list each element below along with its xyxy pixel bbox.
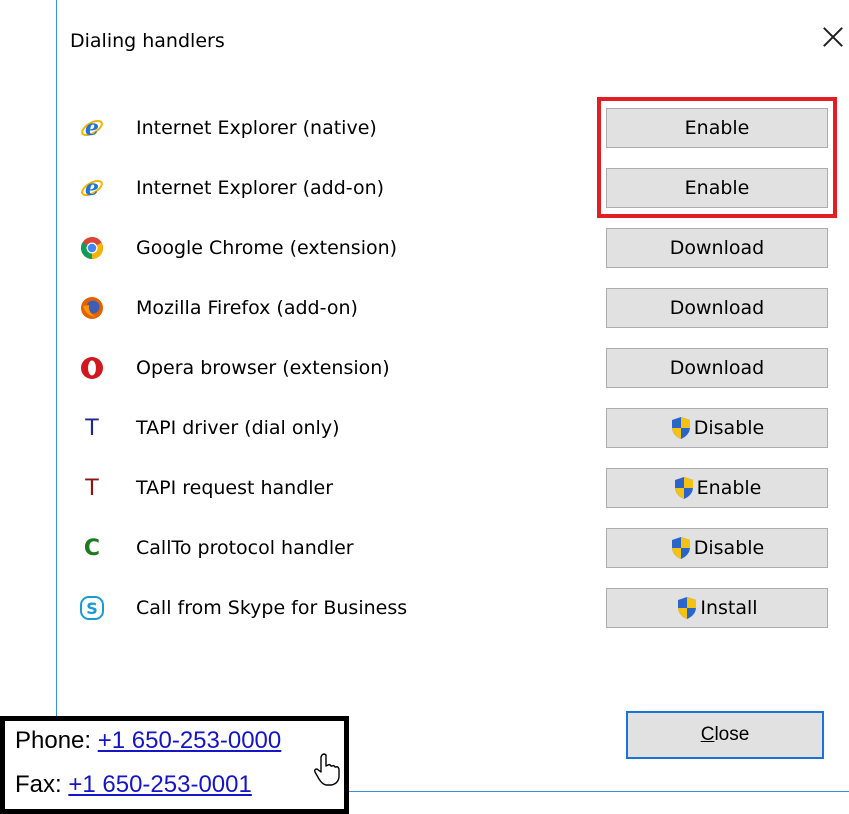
contact-box: Phone: +1 650-253-0000 Fax: +1 650-253-0…: [0, 716, 349, 814]
phone-label: Phone:: [15, 727, 92, 754]
phone-line: Phone: +1 650-253-0000: [15, 727, 281, 755]
uac-shield-icon: [671, 417, 690, 439]
download-opera-button[interactable]: Download: [606, 348, 828, 388]
uac-shield-icon: [674, 477, 693, 499]
close-button[interactable]: Close: [626, 711, 824, 759]
internet-explorer-icon: e: [80, 176, 104, 200]
opera-icon: [80, 356, 104, 380]
handler-row-skype: S Call from Skype for Business Install: [80, 588, 840, 628]
highlight-box: [597, 97, 837, 218]
fax-line: Fax: +1 650-253-0001: [15, 771, 252, 799]
close-button-label: Close: [700, 724, 750, 745]
disable-callto-button[interactable]: Disable: [606, 528, 828, 568]
handler-label: CallTo protocol handler: [136, 537, 354, 559]
uac-shield-icon: [678, 597, 697, 619]
handler-label: Internet Explorer (add-on): [136, 177, 385, 199]
svg-text:e: e: [85, 176, 99, 200]
disable-tapi-driver-button[interactable]: Disable: [606, 408, 828, 448]
fax-label: Fax:: [15, 771, 62, 798]
handler-label: Mozilla Firefox (add-on): [136, 297, 358, 319]
dialog-title: Dialing handlers: [70, 30, 225, 52]
callto-icon: C: [83, 535, 101, 561]
skype-for-business-icon: S: [80, 596, 104, 620]
tapi-request-icon: T: [85, 475, 99, 501]
tapi-driver-icon: T: [85, 415, 99, 441]
handler-label: Internet Explorer (native): [136, 117, 377, 139]
handler-row-chrome: Google Chrome (extension) Download: [80, 228, 840, 268]
svg-text:e: e: [85, 116, 99, 140]
enable-tapi-request-button[interactable]: Enable: [606, 468, 828, 508]
phone-link[interactable]: +1 650-253-0000: [98, 727, 282, 754]
hand-cursor-icon: [314, 753, 340, 786]
google-chrome-icon: [80, 236, 104, 260]
svg-text:S: S: [86, 599, 98, 618]
download-firefox-button[interactable]: Download: [606, 288, 828, 328]
handler-row-tapi-driver: T TAPI driver (dial only) Disable: [80, 408, 840, 448]
handler-label: Call from Skype for Business: [136, 597, 408, 619]
handler-row-opera: Opera browser (extension) Download: [80, 348, 840, 388]
handler-label: TAPI request handler: [136, 477, 334, 499]
handler-row-callto: C CallTo protocol handler Disable: [80, 528, 840, 568]
fax-link[interactable]: +1 650-253-0001: [68, 771, 252, 798]
handler-row-firefox: Mozilla Firefox (add-on) Download: [80, 288, 840, 328]
handler-label: TAPI driver (dial only): [136, 417, 340, 439]
internet-explorer-icon: e: [80, 116, 104, 140]
download-chrome-button[interactable]: Download: [606, 228, 828, 268]
install-skype-button[interactable]: Install: [606, 588, 828, 628]
handler-label: Opera browser (extension): [136, 357, 390, 379]
mozilla-firefox-icon: [80, 296, 104, 320]
handler-label: Google Chrome (extension): [136, 237, 398, 259]
handler-row-tapi-request: T TAPI request handler Enable: [80, 468, 840, 508]
uac-shield-icon: [671, 537, 690, 559]
close-icon[interactable]: [820, 24, 846, 50]
